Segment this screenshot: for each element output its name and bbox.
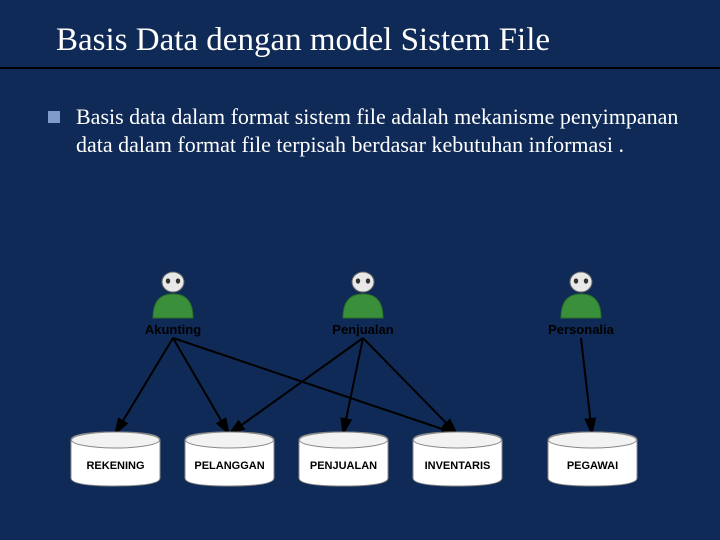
cylinder-icon — [410, 430, 505, 488]
body-paragraph: Basis data dalam format sistem file adal… — [0, 69, 720, 158]
body-text: Basis data dalam format sistem file adal… — [76, 104, 678, 157]
user-label: Akunting — [145, 322, 201, 337]
diagram-area: Akunting Penjualan Personalia REKENING — [0, 270, 720, 530]
user-label: Personalia — [548, 322, 614, 337]
person-icon — [556, 270, 606, 320]
file-label: REKENING — [86, 460, 144, 472]
file-label: PEGAWAI — [567, 460, 618, 472]
person-icon — [148, 270, 198, 320]
slide-title: Basis Data dengan model Sistem File — [0, 0, 720, 67]
cylinder-icon — [68, 430, 163, 488]
bullet-icon — [48, 111, 60, 123]
file-rekening: REKENING — [68, 430, 163, 488]
cylinder-icon — [545, 430, 640, 488]
file-penjualan: PENJUALAN — [296, 430, 391, 488]
user-personalia: Personalia — [556, 270, 606, 320]
cylinder-icon — [182, 430, 277, 488]
file-label: PENJUALAN — [310, 460, 377, 472]
person-icon — [338, 270, 388, 320]
user-akunting: Akunting — [148, 270, 198, 320]
cylinder-icon — [296, 430, 391, 488]
file-inventaris: INVENTARIS — [410, 430, 505, 488]
user-penjualan: Penjualan — [338, 270, 388, 320]
file-label: INVENTARIS — [425, 460, 491, 472]
file-label: PELANGGAN — [194, 460, 264, 472]
file-pelanggan: PELANGGAN — [182, 430, 277, 488]
file-pegawai: PEGAWAI — [545, 430, 640, 488]
user-label: Penjualan — [332, 322, 393, 337]
